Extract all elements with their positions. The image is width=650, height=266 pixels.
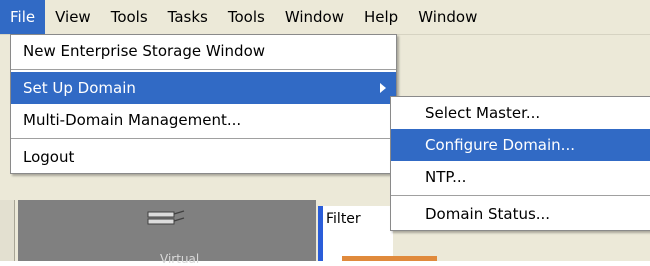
menu-tools-2[interactable]: Tools xyxy=(218,0,275,34)
server-icon xyxy=(147,210,185,225)
menu-help[interactable]: Help xyxy=(354,0,408,34)
menu-item-label: Set Up Domain xyxy=(23,79,136,97)
menu-item-select-master[interactable]: Select Master... xyxy=(391,97,650,129)
menu-item-set-up-domain[interactable]: Set Up Domain xyxy=(11,72,396,104)
menu-file[interactable]: File xyxy=(0,0,46,34)
menu-item-logout[interactable]: Logout xyxy=(11,141,396,173)
file-menu: New Enterprise Storage Window Set Up Dom… xyxy=(10,34,397,174)
menu-item-domain-status[interactable]: Domain Status... xyxy=(391,198,650,230)
orange-tab xyxy=(342,256,437,261)
menu-separator xyxy=(11,138,396,139)
menu-tasks[interactable]: Tasks xyxy=(158,0,218,34)
panel-label: Virtual xyxy=(160,252,200,266)
menu-view[interactable]: View xyxy=(45,0,101,34)
menu-separator xyxy=(11,69,396,70)
menu-item-configure-domain[interactable]: Configure Domain... xyxy=(391,129,650,161)
set-up-domain-submenu: Select Master... Configure Domain... NTP… xyxy=(390,96,650,231)
menu-separator xyxy=(391,195,650,196)
menu-item-new-enterprise-storage-window[interactable]: New Enterprise Storage Window xyxy=(11,35,396,67)
menu-tools[interactable]: Tools xyxy=(101,0,158,34)
filter-label: Filter xyxy=(326,211,361,227)
menu-bar: File View Tools Tasks Tools Window Help … xyxy=(0,0,650,35)
menu-window-2[interactable]: Window xyxy=(408,0,487,34)
menu-item-multi-domain-management[interactable]: Multi-Domain Management... xyxy=(11,104,396,136)
submenu-arrow-icon xyxy=(380,83,386,93)
menu-item-ntp[interactable]: NTP... xyxy=(391,161,650,193)
menu-window[interactable]: Window xyxy=(275,0,354,34)
left-splitter[interactable] xyxy=(0,200,15,261)
